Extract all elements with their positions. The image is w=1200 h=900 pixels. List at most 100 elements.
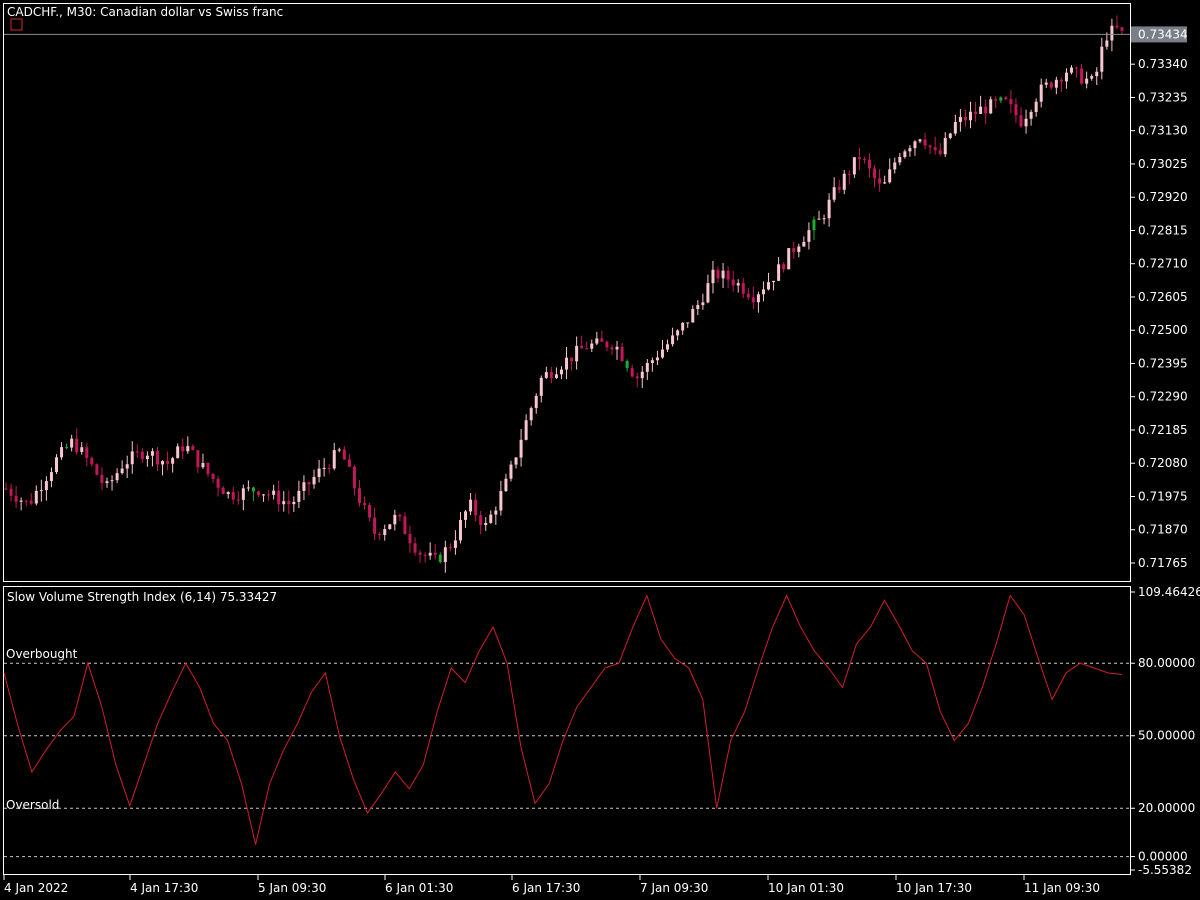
ind-tick-label: 20.00000 <box>1138 801 1195 815</box>
candle-body <box>484 522 488 526</box>
candle-body <box>650 360 654 364</box>
candle-body <box>307 482 311 485</box>
candle-body <box>145 455 149 460</box>
y-tick-label: 0.72710 <box>1138 257 1188 271</box>
candle-body <box>655 357 659 361</box>
ind-tick-label: 109.46426 <box>1138 585 1200 599</box>
candle-body <box>666 344 670 350</box>
candle-body <box>711 269 715 284</box>
main-y-axis: 0.73340 0.73235 0.73130 0.73025 0.72920 0.728… <box>1131 33 1188 570</box>
candle-body <box>979 106 983 114</box>
candle-body <box>201 462 205 468</box>
candle-body <box>963 116 967 121</box>
candle-body <box>1090 76 1094 79</box>
candle-body <box>110 480 114 482</box>
candle-body <box>575 345 579 362</box>
candle-body <box>373 517 377 534</box>
candle-body <box>120 468 124 474</box>
candle-body <box>519 439 523 458</box>
candle-body <box>302 482 306 491</box>
candle-body <box>534 395 538 409</box>
candle-body <box>363 503 367 505</box>
y-tick-label: 0.72500 <box>1138 323 1188 337</box>
candle-body <box>277 490 281 505</box>
chart-window-icon[interactable] <box>10 18 23 31</box>
candle-body <box>1064 72 1068 82</box>
candle-body <box>1059 79 1063 82</box>
candle-body <box>994 99 998 101</box>
candle-body <box>196 450 200 468</box>
candle-body <box>418 552 422 555</box>
candle-body <box>489 514 493 523</box>
candle-body <box>928 145 932 148</box>
x-tick-label: 7 Jan 09:30 <box>640 881 708 895</box>
candle-body <box>34 490 38 504</box>
candle-body <box>176 446 180 459</box>
candle-body <box>686 322 690 324</box>
candle-body <box>1115 25 1119 28</box>
candle-body <box>1024 118 1028 127</box>
candle-body <box>565 357 569 370</box>
candle-body <box>731 279 735 286</box>
candle-body <box>736 283 740 286</box>
candles <box>4 15 1124 573</box>
candle-body <box>272 490 276 495</box>
candle-body <box>691 308 695 323</box>
candle-body <box>741 283 745 294</box>
candle-body <box>1039 84 1043 102</box>
candle-body <box>1014 104 1018 116</box>
x-tick-label: 6 Jan 17:30 <box>512 881 580 895</box>
indicator-levels <box>4 662 1130 858</box>
candle-body <box>211 473 215 480</box>
candle-body <box>671 335 675 345</box>
candle-body <box>898 157 902 163</box>
candle-body <box>903 151 907 158</box>
candle-body <box>100 474 104 484</box>
overbought-label: Overbought <box>6 647 78 661</box>
ind-tick-label: 0.00000 <box>1138 850 1188 864</box>
current-price-tag: 0.73434 <box>4 26 1188 43</box>
candle-body <box>393 514 397 525</box>
candle-body <box>70 438 74 448</box>
candle-body <box>807 230 811 242</box>
candle-body <box>610 347 614 350</box>
candle-body <box>862 159 866 161</box>
candle-body <box>494 510 498 515</box>
candle-body <box>852 157 856 175</box>
candle-body <box>327 467 331 469</box>
x-tick-label: 10 Jan 01:30 <box>768 881 844 895</box>
candle-body <box>453 540 457 548</box>
candle-body <box>125 464 129 469</box>
main-chart-title: CADCHF., M30: Canadian dollar vs Swiss f… <box>7 5 283 19</box>
candle-body <box>1044 82 1048 85</box>
candle-body <box>1105 40 1109 47</box>
candle-body <box>448 547 452 549</box>
candle-body <box>761 289 765 295</box>
candle-body <box>999 97 1003 101</box>
candle-body <box>812 219 816 231</box>
candle-body <box>953 121 957 134</box>
candle-body <box>721 270 725 279</box>
candle-body <box>312 476 316 485</box>
candle-body <box>368 504 372 518</box>
candle-body <box>130 451 134 465</box>
oversold-label: Oversold <box>6 798 59 812</box>
candle-body <box>19 500 23 502</box>
candle-body <box>559 369 563 375</box>
candle-body <box>544 372 548 378</box>
y-tick-label: 0.72290 <box>1138 390 1188 404</box>
y-tick-label: 0.72185 <box>1138 423 1188 437</box>
candle-body <box>797 246 801 252</box>
candle-body <box>696 305 700 309</box>
candle-body <box>782 264 786 270</box>
candle-body <box>161 461 165 465</box>
y-tick-label: 0.72920 <box>1138 190 1188 204</box>
y-tick-label: 0.71975 <box>1138 489 1188 503</box>
candle-body <box>150 451 154 456</box>
x-axis: 4 Jan 2022 4 Jan 17:30 5 Jan 09:30 6 Jan 01… <box>3 875 1100 895</box>
candle-body <box>787 248 791 270</box>
candle-body <box>706 283 710 303</box>
candle-body <box>49 472 53 482</box>
candle-body <box>974 111 978 114</box>
candle-body <box>236 499 240 501</box>
